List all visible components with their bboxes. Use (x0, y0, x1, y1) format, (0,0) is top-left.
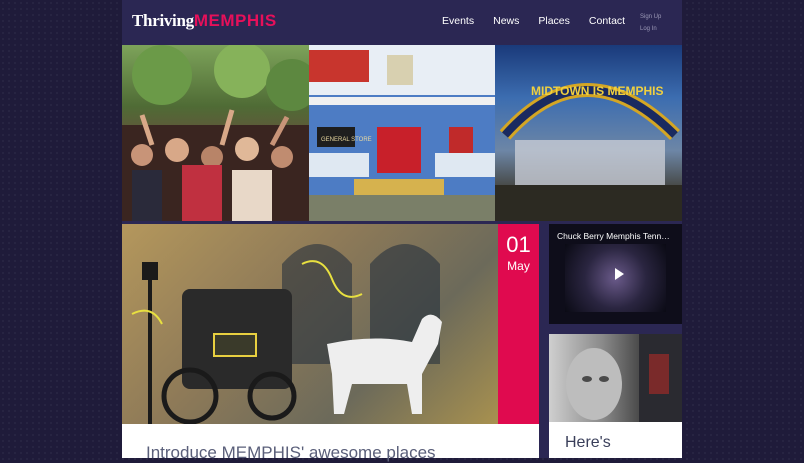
store-sign-text: GENERAL STORE (321, 137, 372, 143)
midtown-illustration: MIDTOWN IS MEMPHIS (495, 83, 682, 221)
event-month: May (507, 259, 530, 273)
featured-article-card[interactable]: Introduce MEMPHIS' awesome places (122, 424, 539, 462)
general-store-photo[interactable]: GENERAL STORE (309, 45, 495, 221)
play-icon[interactable] (615, 268, 624, 280)
signup-link[interactable]: Sign Up (640, 11, 661, 23)
login-link[interactable]: Log In (640, 23, 661, 35)
portrait-exhibit-photo[interactable] (549, 334, 682, 422)
main-nav: Events News Places Contact (442, 15, 644, 27)
photo-banner: GENERAL STORE MIDTOWN IS MEMPHIS (122, 45, 682, 221)
nav-places[interactable]: Places (538, 15, 570, 27)
concert-crowd-photo[interactable] (122, 45, 309, 221)
mural-illustration (131, 244, 442, 424)
nav-contact[interactable]: Contact (589, 15, 625, 27)
featured-article-title[interactable]: Introduce MEMPHIS' awesome places (146, 443, 436, 463)
sidebar-article-card[interactable]: Here's (549, 422, 682, 458)
event-date-badge: 01 May (498, 224, 539, 424)
nav-events[interactable]: Events (442, 15, 474, 27)
logo-word-thriving: Thriving (132, 11, 194, 30)
video-title[interactable]: Chuck Berry Memphis Tenn… (557, 231, 677, 241)
carriage-mural-photo[interactable] (122, 224, 498, 424)
logo-word-memphis: MEMPHIS (193, 11, 277, 30)
crowd-illustration (122, 45, 309, 221)
site-header: ThrivingMEMPHIS Events News Places Conta… (122, 0, 682, 45)
video-widget[interactable]: Chuck Berry Memphis Tenn… (549, 224, 682, 324)
sidebar-article-title[interactable]: Here's (565, 434, 680, 451)
video-thumbnail[interactable] (565, 244, 666, 312)
page-container: ThrivingMEMPHIS Events News Places Conta… (122, 0, 682, 462)
exhibit-illustration (566, 334, 682, 422)
midtown-sign-photo[interactable]: MIDTOWN IS MEMPHIS (495, 45, 682, 221)
midtown-sign-text: MIDTOWN IS MEMPHIS (531, 84, 663, 98)
site-logo[interactable]: ThrivingMEMPHIS (132, 11, 277, 31)
nav-news[interactable]: News (493, 15, 519, 27)
account-links: Sign Up Log In (640, 11, 661, 35)
event-day: 01 (506, 232, 531, 257)
store-illustration: GENERAL STORE (309, 45, 495, 221)
